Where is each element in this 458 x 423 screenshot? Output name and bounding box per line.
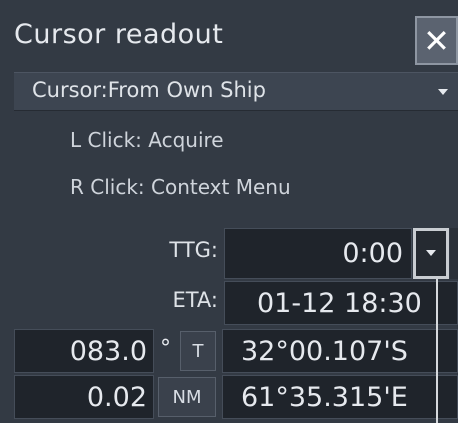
bearing-reference-label: T [192,340,204,362]
ttg-dropdown-button[interactable] [413,228,449,279]
panel-title: Cursor readout [14,19,224,50]
bearing-reference-button[interactable]: T [180,331,216,371]
ttg-value: 0:00 [342,238,403,269]
latitude-value-box: 32°00.107'S [222,329,458,373]
ttg-value-box: 0:00 [224,228,412,279]
longitude-value-box: 61°35.315'E [222,375,458,419]
ttg-label: TTG: [169,238,218,262]
chevron-down-icon [426,250,436,256]
range-unit-label: NM [172,386,202,408]
edge-strip [450,228,458,279]
range-value: 0.02 [86,381,147,413]
range-unit-button[interactable]: NM [158,377,216,417]
eta-label: ETA: [172,288,218,312]
cursor-readout-panel: Cursor readout ✕ Cursor:From Own Ship L … [0,0,458,423]
close-button[interactable]: ✕ [415,16,458,65]
range-value-box[interactable]: 0.02 [14,375,154,419]
eta-value-box: 01-12 18:30 [224,281,458,325]
eta-value: 01-12 18:30 [257,287,422,319]
right-click-hint: R Click: Context Menu [70,175,291,199]
close-icon: ✕ [423,21,450,60]
chevron-down-icon [438,89,448,95]
bearing-value: 083.0 [69,335,147,367]
left-click-hint: L Click: Acquire [70,128,224,152]
latitude-value: 32°00.107'S [241,335,408,367]
degree-symbol: ° [160,336,171,361]
cursor-mode-label: Cursor:From Own Ship [32,78,266,102]
leader-line [436,279,438,423]
cursor-mode-select[interactable]: Cursor:From Own Ship [14,72,458,111]
bearing-value-box[interactable]: 083.0 [14,329,154,373]
longitude-value: 61°35.315'E [241,381,408,413]
